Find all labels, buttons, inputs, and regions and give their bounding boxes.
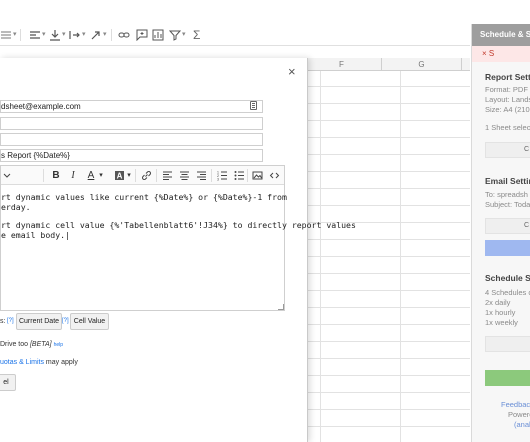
font-size-dropdown[interactable]	[1, 169, 13, 182]
editor-line: rt dynamic values like current {%Date%} …	[1, 192, 287, 202]
editor-divider	[247, 169, 248, 182]
editor-line: erday.	[1, 202, 31, 212]
analytics-link[interactable]: (anal	[514, 420, 530, 429]
text-color-icon[interactable]: A	[86, 169, 96, 182]
send-now-button[interactable]	[485, 240, 530, 256]
rotate-icon[interactable]: ▾	[90, 28, 107, 42]
email-settings-button[interactable]: C	[485, 218, 530, 234]
help-link[interactable]: help	[54, 342, 63, 348]
column-header[interactable]: F	[302, 58, 382, 71]
editor-line: e email body.|	[1, 230, 71, 240]
text-cursor: |	[65, 230, 71, 240]
help-icon[interactable]: [?]	[7, 318, 14, 324]
schedule-button[interactable]	[485, 336, 530, 352]
italic-icon[interactable]: I	[68, 169, 78, 182]
editor-divider	[211, 169, 212, 182]
close-icon[interactable]: ×	[288, 64, 296, 79]
wrap-icon[interactable]: ▾	[69, 28, 86, 42]
help-icon[interactable]: [?]	[62, 318, 69, 324]
editor-divider	[156, 169, 157, 182]
insert-placeholders-label: s:	[0, 318, 6, 325]
editor-content[interactable]: rt dynamic values like current {%Date%} …	[1, 192, 356, 248]
align-center-icon[interactable]	[178, 169, 190, 182]
drive-option[interactable]: Drive too [BETA] help	[0, 341, 63, 348]
align-right-icon[interactable]	[195, 169, 207, 182]
schedules-count: 4 Schedules c	[485, 288, 530, 297]
report-settings-heading: Report Setti	[485, 72, 530, 82]
schedule-settings-heading: Schedule S	[485, 273, 530, 283]
subject-field[interactable]: s Report {%Date%}	[0, 149, 263, 162]
svg-text:A: A	[116, 171, 122, 180]
report-format: Format: PDF	[485, 85, 528, 94]
feedback-link[interactable]: Feedbac	[501, 400, 530, 409]
quotas-notice: uotas & Limits may apply	[0, 359, 78, 366]
current-date-button[interactable]: Current Date	[16, 313, 62, 330]
resize-handle[interactable]	[278, 304, 284, 310]
report-size: Size: A4 (210	[485, 105, 530, 114]
schedule-hourly: 1x hourly	[485, 308, 516, 317]
column-headers: F G	[300, 58, 470, 71]
sheets-selected: 1 Sheet select	[485, 123, 530, 132]
bold-icon[interactable]: B	[51, 169, 61, 182]
bullet-list-icon[interactable]	[233, 169, 245, 182]
report-settings-button[interactable]: C	[485, 142, 530, 158]
image-icon[interactable]	[251, 169, 263, 182]
align-left-icon[interactable]	[161, 169, 173, 182]
numbered-list-icon[interactable]: 123	[216, 169, 228, 182]
schedule-send-sidebar: Schedule & Se × S Report Setti Format: P…	[471, 24, 530, 442]
error-banner[interactable]: × S	[472, 46, 530, 62]
report-layout: Layout: Lands	[485, 95, 530, 104]
email-settings-heading: Email Settin	[485, 176, 530, 186]
source-code-icon[interactable]	[268, 169, 280, 182]
email-to: To: spreadsh	[485, 190, 528, 199]
toolbar-divider	[111, 29, 112, 41]
sidebar-title: Schedule & Se	[472, 24, 530, 46]
filter-icon[interactable]: ▾	[169, 28, 186, 42]
link-icon[interactable]	[140, 169, 152, 182]
email-subject: Subject: Toda	[485, 200, 530, 209]
functions-icon[interactable]: Σ	[193, 28, 200, 42]
email-body-editor: B I A ▾ A ▾ 123 rt dynamic values like c…	[0, 165, 356, 311]
schedule-weekly: 1x weekly	[485, 318, 518, 327]
schedule-daily: 2x daily	[485, 298, 511, 307]
comment-icon[interactable]	[136, 28, 148, 42]
cancel-button[interactable]: el	[0, 374, 16, 391]
valign-icon[interactable]: ▾	[49, 28, 66, 42]
cc-field[interactable]	[0, 117, 263, 130]
powered-by-text: Powere	[508, 410, 530, 419]
quotas-limits-link[interactable]: uotas & Limits	[0, 359, 44, 366]
editor-line: rt dynamic cell value {%'Tabellenblatt6'…	[1, 220, 356, 230]
list-icon[interactable]: ▾	[0, 28, 17, 42]
save-schedule-button[interactable]	[485, 370, 530, 386]
cell-value-button[interactable]: Cell Value	[70, 313, 109, 330]
chevron-down-icon[interactable]: ▾	[98, 169, 104, 182]
link-icon[interactable]	[118, 28, 130, 42]
chevron-down-icon[interactable]: ▾	[126, 169, 132, 182]
contacts-icon[interactable]	[250, 101, 257, 110]
highlight-color-icon[interactable]: A	[113, 169, 125, 182]
editor-divider	[135, 169, 136, 182]
bcc-field[interactable]	[0, 133, 263, 146]
column-header[interactable]: G	[382, 58, 462, 71]
editor-toolbar: B I A ▾ A ▾ 123	[1, 166, 284, 185]
chart-icon[interactable]	[152, 28, 164, 42]
toolbar-divider	[20, 29, 21, 41]
recipients-field[interactable]: dsheet@example.com	[0, 100, 263, 113]
editor-divider	[43, 169, 44, 182]
align-icon[interactable]: ▾	[29, 28, 46, 42]
sheets-toolbar: ▾ ▾ ▾ ▾ ▾ ▾ Σ	[0, 24, 470, 46]
svg-text:3: 3	[217, 177, 219, 181]
